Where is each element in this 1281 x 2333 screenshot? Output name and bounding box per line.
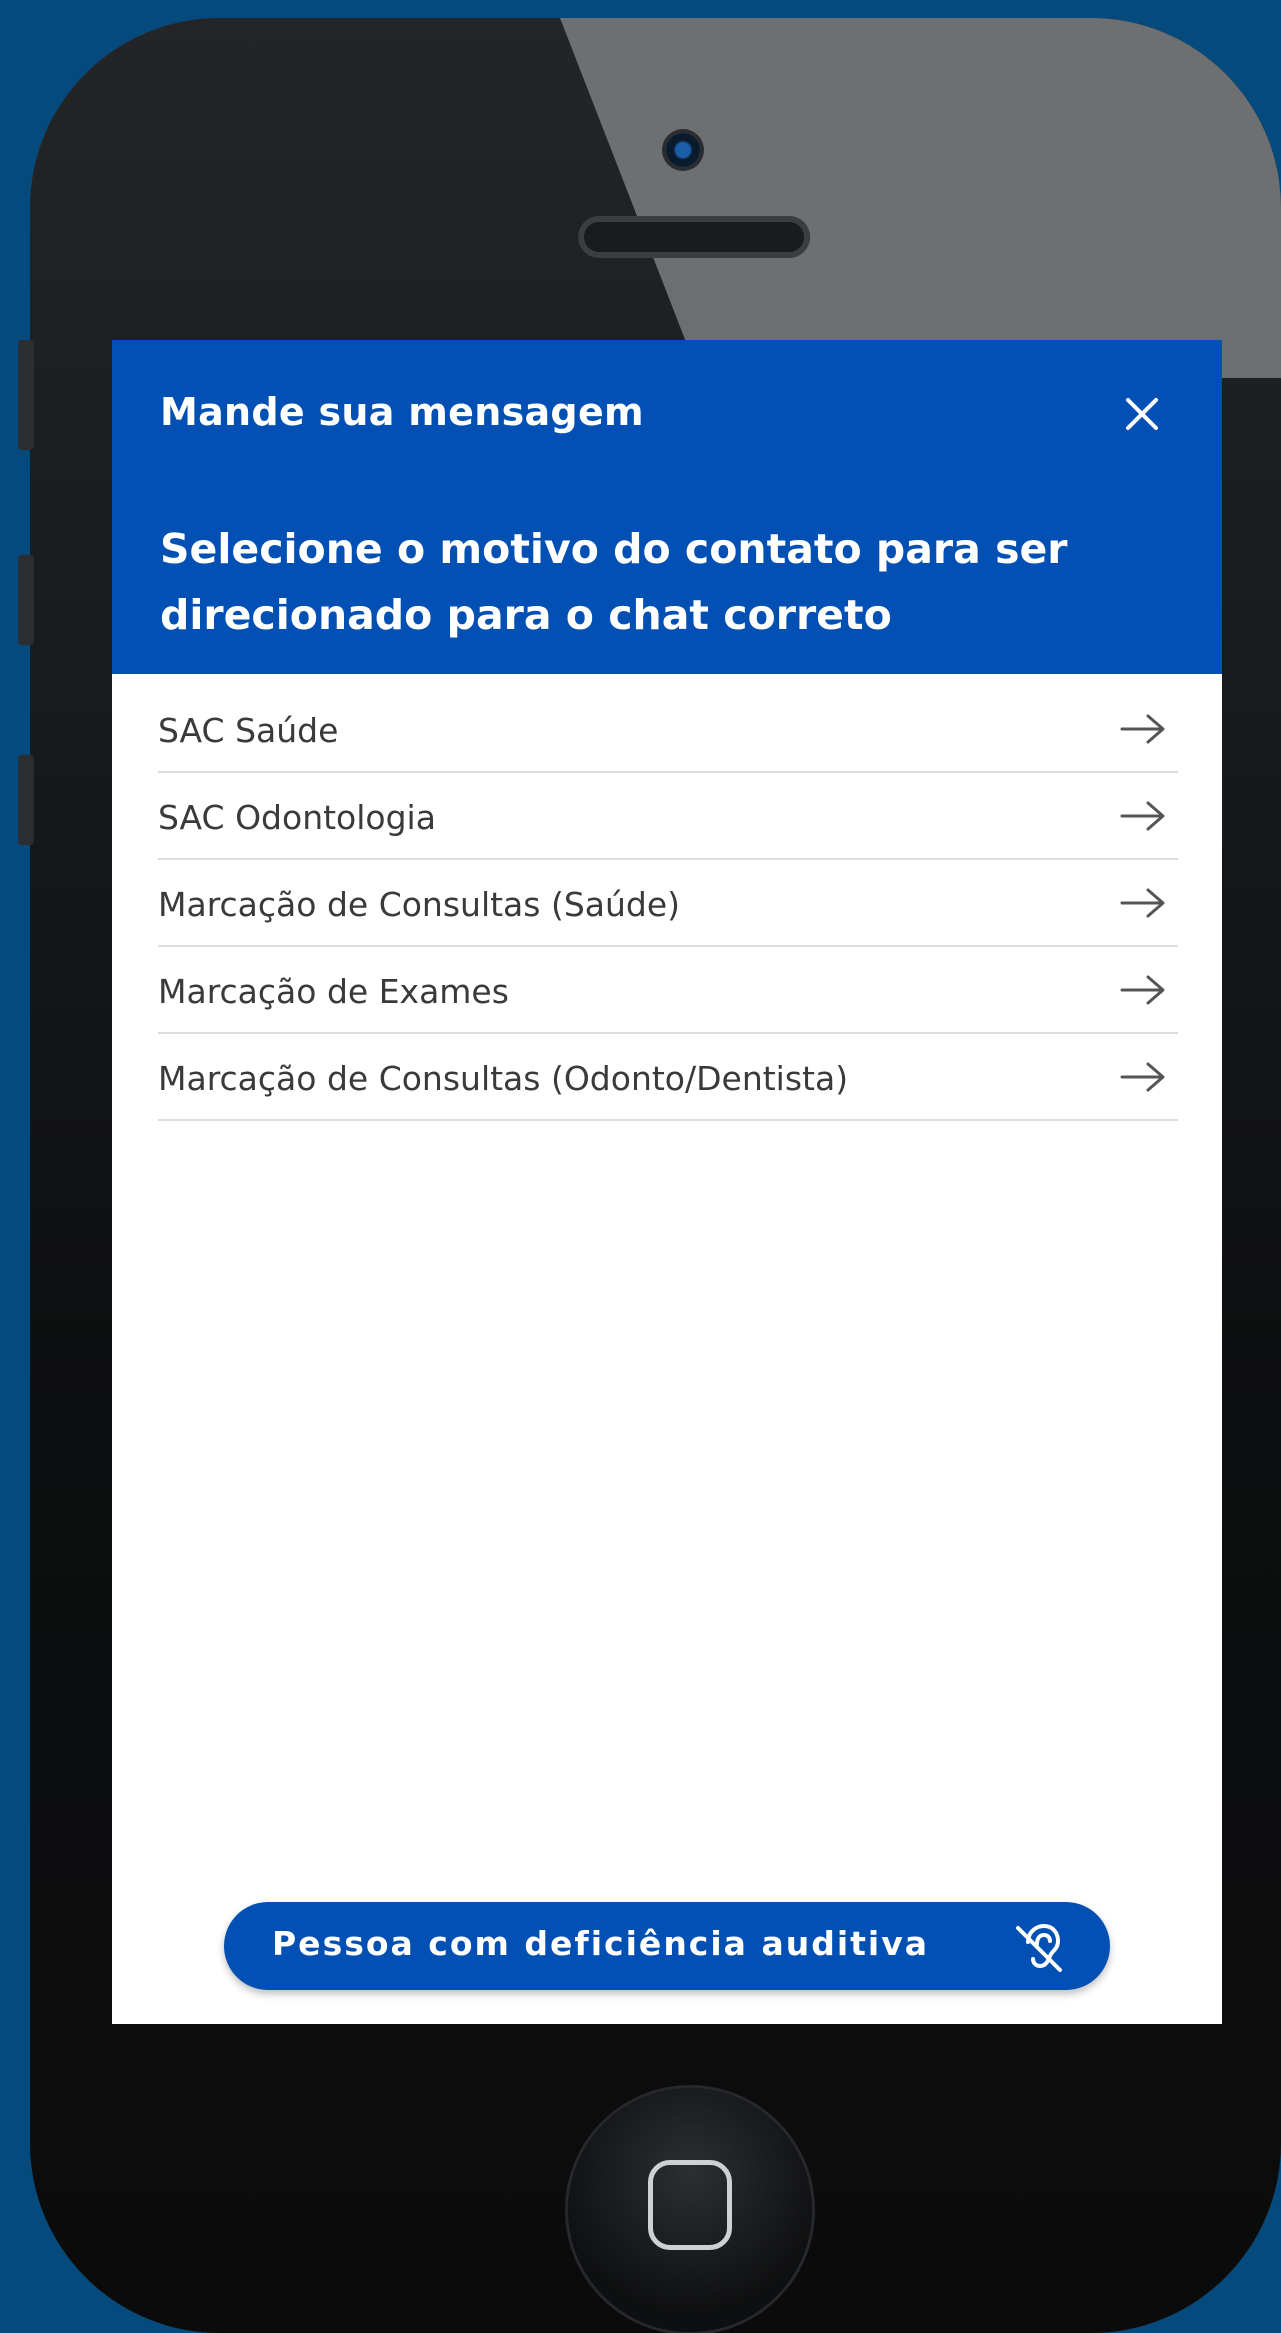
camera-icon [666, 133, 700, 167]
option-exames[interactable]: Marcação de Exames [158, 947, 1178, 1034]
arrow-right-icon [1120, 801, 1165, 830]
modal-subtitle: Selecione o motivo do contato para ser d… [160, 525, 1068, 639]
modal-header: Mande sua mensagem Selecione o motivo do… [112, 340, 1222, 674]
volume-down-button [18, 755, 34, 845]
option-consultas-odonto[interactable]: Marcação de Consultas (Odonto/Dentista) [158, 1034, 1178, 1121]
option-consultas-saude[interactable]: Marcação de Consultas (Saúde) [158, 860, 1178, 947]
option-label: SAC Odontologia [158, 798, 436, 837]
home-square-icon [648, 2160, 732, 2250]
chat-modal: Mande sua mensagem Selecione o motivo do… [112, 340, 1222, 2024]
hearing-impaired-label: Pessoa com deficiência auditiva [272, 1924, 929, 1963]
arrow-right-icon [1120, 888, 1165, 917]
option-sac-saude[interactable]: SAC Saúde [158, 686, 1178, 773]
hearing-impaired-icon [1016, 1923, 1062, 1972]
earpiece-speaker [578, 216, 810, 258]
option-label: Marcação de Consultas (Odonto/Dentista) [158, 1059, 849, 1098]
volume-up-button [18, 555, 34, 645]
contact-reason-list: SAC Saúde SAC Odontologia Marcação de Co… [158, 686, 1178, 1121]
home-button[interactable] [568, 2088, 812, 2332]
option-sac-odontologia[interactable]: SAC Odontologia [158, 773, 1178, 860]
option-label: Marcação de Consultas (Saúde) [158, 885, 681, 924]
arrow-right-icon [1120, 975, 1165, 1004]
close-button[interactable] [1112, 384, 1172, 444]
mute-switch [18, 340, 34, 450]
arrow-right-icon [1120, 714, 1165, 743]
modal-title: Mande sua mensagem [160, 390, 644, 434]
arrow-right-icon [1120, 1062, 1165, 1091]
close-icon [1126, 398, 1158, 430]
hearing-impaired-button[interactable]: Pessoa com deficiência auditiva [224, 1902, 1110, 1990]
option-label: Marcação de Exames [158, 972, 509, 1011]
option-label: SAC Saúde [158, 711, 339, 750]
